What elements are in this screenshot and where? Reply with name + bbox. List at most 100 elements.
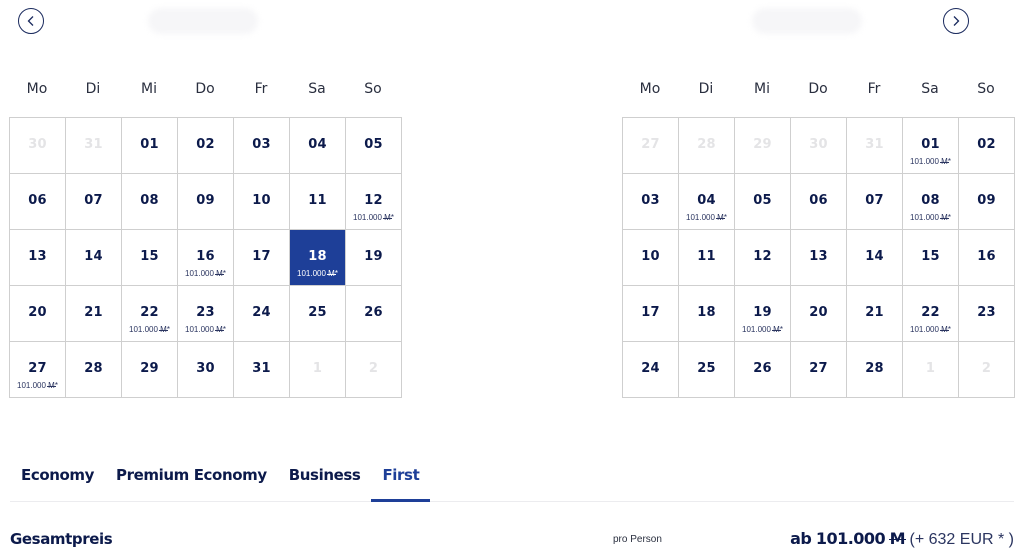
day-cell[interactable]: 17 — [234, 230, 290, 286]
day-cell[interactable]: 05 — [735, 174, 791, 230]
day-number: 29 — [140, 361, 159, 376]
weekday-label: Do — [808, 81, 828, 97]
day-cell[interactable]: 03 — [234, 118, 290, 174]
per-person-label: pro Person — [613, 534, 662, 545]
day-cell[interactable]: 23 101.000 M* — [178, 286, 234, 342]
miles-icon: M — [215, 325, 224, 334]
day-cell[interactable]: 28 — [66, 342, 122, 398]
day-cell[interactable]: 04 101.000 M* — [679, 174, 735, 230]
day-number: 11 — [308, 193, 327, 208]
day-cell[interactable]: 30 — [178, 342, 234, 398]
day-cell[interactable]: 04 — [290, 118, 346, 174]
day-cell[interactable]: 13 — [10, 230, 66, 286]
day-cell[interactable]: 13 — [791, 230, 847, 286]
day-cell[interactable]: 20 — [10, 286, 66, 342]
day-cell[interactable]: 14 — [847, 230, 903, 286]
day-cell[interactable]: 19 — [346, 230, 402, 286]
day-cell[interactable]: 05 — [346, 118, 402, 174]
day-cell[interactable]: 06 — [791, 174, 847, 230]
day-cell[interactable]: 10 — [234, 174, 290, 230]
day-cell[interactable]: 26 — [346, 286, 402, 342]
next-month-button[interactable] — [943, 8, 969, 34]
day-cell[interactable]: 17 — [623, 286, 679, 342]
day-number: 16 — [196, 249, 215, 264]
day-price: 101.000 M* — [346, 213, 401, 222]
day-cell[interactable]: 10 — [623, 230, 679, 286]
day-number: 10 — [641, 249, 660, 264]
day-number: 1 — [925, 361, 936, 376]
day-cell[interactable]: 23 — [959, 286, 1015, 342]
day-cell[interactable]: 27 101.000 M* — [10, 342, 66, 398]
day-cell[interactable]: 24 — [234, 286, 290, 342]
tab-business[interactable]: Business — [278, 456, 372, 501]
price-surcharge: (+ 632 EUR * ) — [909, 531, 1014, 548]
day-price-amount: 101.000 — [910, 213, 939, 222]
day-cell[interactable]: 12 — [735, 230, 791, 286]
day-cell[interactable]: 01 101.000 M* — [903, 118, 959, 174]
weekday-label: Sa — [921, 81, 939, 97]
weekday-header: Mo Di Mi Do Fr Sa So — [622, 76, 1015, 102]
day-cell: 2 — [959, 342, 1015, 398]
day-number: 09 — [977, 193, 996, 208]
day-cell[interactable]: 19 101.000 M* — [735, 286, 791, 342]
day-number: 21 — [865, 305, 884, 320]
day-cell[interactable]: 01 — [122, 118, 178, 174]
miles-icon: M — [888, 529, 907, 548]
day-cell[interactable]: 22 101.000 M* — [122, 286, 178, 342]
day-price: 101.000 M* — [903, 157, 958, 166]
day-cell[interactable]: 20 — [791, 286, 847, 342]
previous-month-button[interactable] — [18, 8, 44, 34]
day-cell[interactable]: 21 — [66, 286, 122, 342]
day-cell[interactable]: 11 — [290, 174, 346, 230]
day-cell[interactable]: 29 — [122, 342, 178, 398]
tab-first[interactable]: First — [371, 456, 431, 502]
day-cell[interactable]: 18 — [679, 286, 735, 342]
day-cell[interactable]: 07 — [66, 174, 122, 230]
day-cell[interactable]: 03 — [623, 174, 679, 230]
day-cell[interactable]: 25 — [290, 286, 346, 342]
day-number: 28 — [865, 361, 884, 376]
day-number: 31 — [865, 137, 884, 152]
day-price-amount: 101.000 — [686, 213, 715, 222]
day-cell: 30 — [10, 118, 66, 174]
day-number: 20 — [809, 305, 828, 320]
day-cell[interactable]: 25 — [679, 342, 735, 398]
day-cell[interactable]: 16 101.000 M* — [178, 230, 234, 286]
miles-icon: M — [215, 269, 224, 278]
day-cell[interactable]: 06 — [10, 174, 66, 230]
day-cell[interactable]: 11 — [679, 230, 735, 286]
tab-economy[interactable]: Economy — [10, 456, 105, 501]
day-cell[interactable]: 09 — [178, 174, 234, 230]
day-cell[interactable]: 08 101.000 M* — [903, 174, 959, 230]
day-cell[interactable]: 21 — [847, 286, 903, 342]
day-cell[interactable]: 02 — [959, 118, 1015, 174]
day-cell[interactable]: 02 — [178, 118, 234, 174]
day-cell[interactable]: 14 — [66, 230, 122, 286]
day-number: 12 — [753, 249, 772, 264]
day-cell[interactable]: 09 — [959, 174, 1015, 230]
day-cell: 1 — [290, 342, 346, 398]
day-cell[interactable]: 26 — [735, 342, 791, 398]
day-price: 101.000 M* — [903, 325, 958, 334]
miles-icon: M — [47, 381, 56, 390]
day-number: 15 — [921, 249, 940, 264]
day-cell[interactable]: 16 — [959, 230, 1015, 286]
day-cell[interactable]: 15 — [122, 230, 178, 286]
day-cell-selected[interactable]: 18 101.000 M* — [290, 230, 346, 286]
chevron-right-icon — [953, 16, 960, 26]
day-cell[interactable]: 27 — [791, 342, 847, 398]
day-cell[interactable]: 22 101.000 M* — [903, 286, 959, 342]
day-cell[interactable]: 31 — [234, 342, 290, 398]
day-cell[interactable]: 07 — [847, 174, 903, 230]
day-number: 24 — [252, 305, 271, 320]
tab-premium-economy[interactable]: Premium Economy — [105, 456, 278, 501]
day-cell[interactable]: 12 101.000 M* — [346, 174, 402, 230]
day-cell[interactable]: 08 — [122, 174, 178, 230]
day-cell[interactable]: 24 — [623, 342, 679, 398]
day-cell[interactable]: 15 — [903, 230, 959, 286]
day-number: 19 — [364, 249, 383, 264]
weekday-label: Mo — [639, 81, 661, 97]
day-cell[interactable]: 28 — [847, 342, 903, 398]
weekday-label: Sa — [308, 81, 326, 97]
day-number: 22 — [921, 305, 940, 320]
